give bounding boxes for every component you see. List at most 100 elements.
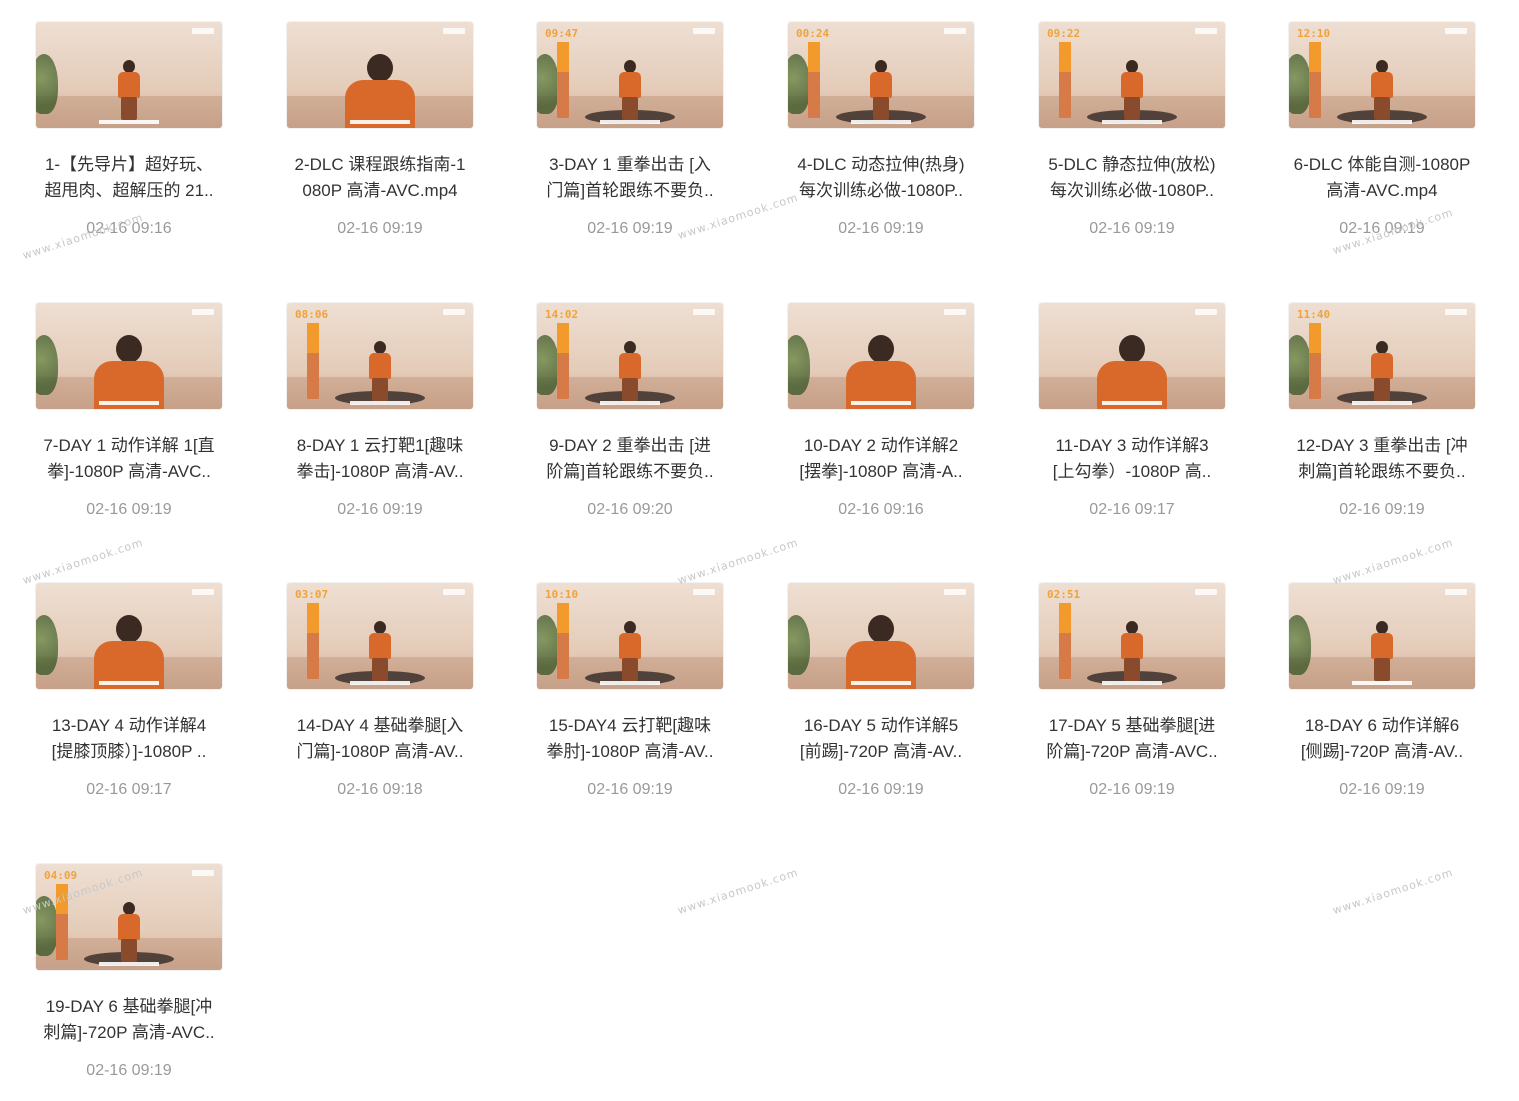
file-item[interactable]: 14:02 9-DAY 2 重拳出击 [进 阶篇]首轮跟练不要负.. 02-16 0… — [501, 303, 741, 573]
file-item[interactable]: 10-DAY 2 动作详解2 [摆拳]-1080P 高清-A.. 02-16 09… — [752, 303, 992, 573]
instructor-figure — [619, 341, 641, 401]
file-item[interactable]: 13-DAY 4 动作详解4 [提膝顶膝）]-1080P .. 02-16 09:… — [0, 583, 240, 853]
video-thumbnail[interactable]: 00:24 — [788, 22, 974, 128]
thumbnail-plant — [36, 54, 58, 114]
file-item[interactable]: 03:07 14-DAY 4 基础拳腿[入 门篇]-1080P 高清-AV.. 02… — [251, 583, 491, 853]
progress-bar — [808, 42, 820, 118]
video-thumbnail[interactable] — [36, 303, 222, 409]
video-thumbnail[interactable]: 11:40 — [1289, 303, 1475, 409]
video-timer: 10:10 — [545, 588, 579, 601]
brand-logo — [693, 589, 715, 595]
brand-logo — [1195, 28, 1217, 34]
brand-logo — [1445, 309, 1467, 315]
file-item[interactable]: 02:51 17-DAY 5 基础拳腿[进 阶篇]-720P 高清-AVC.. 02… — [1003, 583, 1243, 853]
instructor-figure — [1121, 60, 1143, 120]
progress-bar — [307, 323, 319, 399]
video-thumbnail[interactable] — [1289, 583, 1475, 689]
subtitle-strip — [99, 120, 159, 124]
file-name[interactable]: 11-DAY 3 动作详解3 [上勾拳）-1080P 高.. — [1003, 433, 1261, 485]
file-date: 02-16 09:19 — [1089, 220, 1175, 237]
video-timer: 09:22 — [1047, 27, 1081, 40]
progress-bar — [1059, 42, 1071, 118]
thumbnail-plant — [788, 54, 810, 114]
file-date: 02-16 09:19 — [838, 781, 924, 798]
file-name[interactable]: 2-DLC 课程跟练指南-1 080P 高清-AVC.mp4 — [251, 152, 509, 204]
video-thumbnail[interactable] — [788, 583, 974, 689]
video-thumbnail[interactable]: 14:02 — [537, 303, 723, 409]
subtitle-strip — [1102, 681, 1162, 685]
progress-bar — [1309, 42, 1321, 118]
watermark: www.xiaomook.com — [676, 865, 800, 918]
subtitle-strip — [851, 120, 911, 124]
video-thumbnail[interactable]: 12:10 — [1289, 22, 1475, 128]
brand-logo — [1445, 589, 1467, 595]
file-name[interactable]: 14-DAY 4 基础拳腿[入 门篇]-1080P 高清-AV.. — [251, 713, 509, 765]
video-thumbnail[interactable]: 09:22 — [1039, 22, 1225, 128]
video-thumbnail[interactable]: 03:07 — [287, 583, 473, 689]
file-name[interactable]: 18-DAY 6 动作详解6 [侧踢]-720P 高清-AV.. — [1253, 713, 1511, 765]
file-date: 02-16 09:19 — [337, 501, 423, 518]
subtitle-strip — [350, 401, 410, 405]
file-item[interactable]: 09:47 3-DAY 1 重拳出击 [入 门篇]首轮跟练不要负.. 02-16 0… — [501, 22, 741, 292]
subtitle-strip — [350, 681, 410, 685]
file-item[interactable]: 18-DAY 6 动作详解6 [侧踢]-720P 高清-AV.. 02-16 09… — [1253, 583, 1493, 853]
file-item[interactable]: 10:10 15-DAY4 云打靶[趣味 拳肘]-1080P 高清-AV.. 02-… — [501, 583, 741, 853]
file-name[interactable]: 7-DAY 1 动作详解 1[直 拳]-1080P 高清-AVC.. — [0, 433, 258, 485]
video-thumbnail[interactable]: 02:51 — [1039, 583, 1225, 689]
file-name[interactable]: 3-DAY 1 重拳出击 [入 门篇]首轮跟练不要负.. — [501, 152, 759, 204]
instructor-figure — [118, 60, 140, 120]
file-name[interactable]: 17-DAY 5 基础拳腿[进 阶篇]-720P 高清-AVC.. — [1003, 713, 1261, 765]
file-name[interactable]: 1-【先导片】超好玩、 超甩肉、超解压的 21.. — [0, 152, 258, 204]
file-name[interactable]: 15-DAY4 云打靶[趣味 拳肘]-1080P 高清-AV.. — [501, 713, 759, 765]
file-name[interactable]: 13-DAY 4 动作详解4 [提膝顶膝）]-1080P .. — [0, 713, 258, 765]
subtitle-strip — [600, 120, 660, 124]
file-item[interactable]: 11-DAY 3 动作详解3 [上勾拳）-1080P 高.. 02-16 09:1… — [1003, 303, 1243, 573]
progress-bar — [557, 42, 569, 118]
subtitle-strip — [1352, 401, 1412, 405]
file-item[interactable]: 7-DAY 1 动作详解 1[直 拳]-1080P 高清-AVC.. 02-16 … — [0, 303, 240, 573]
file-item[interactable]: 11:40 12-DAY 3 重拳出击 [冲 刺篇]首轮跟练不要负.. 02-16 … — [1253, 303, 1493, 573]
file-name[interactable]: 9-DAY 2 重拳出击 [进 阶篇]首轮跟练不要负.. — [501, 433, 759, 485]
video-thumbnail[interactable] — [36, 22, 222, 128]
file-name[interactable]: 16-DAY 5 动作详解5 [前踢]-720P 高清-AV.. — [752, 713, 1010, 765]
video-thumbnail[interactable] — [36, 583, 222, 689]
subtitle-strip — [350, 120, 410, 124]
video-timer: 12:10 — [1297, 27, 1331, 40]
file-name[interactable]: 5-DLC 静态拉伸(放松) 每次训练必做-1080P.. — [1003, 152, 1261, 204]
file-name[interactable]: 6-DLC 体能自测-1080P 高清-AVC.mp4 — [1253, 152, 1511, 204]
instructor-figure — [1371, 621, 1393, 681]
brand-logo — [1445, 28, 1467, 34]
file-item[interactable]: 16-DAY 5 动作详解5 [前踢]-720P 高清-AV.. 02-16 09… — [752, 583, 992, 853]
thumbnail-plant — [1289, 335, 1311, 395]
file-item[interactable]: 08:06 8-DAY 1 云打靶1[趣味 拳击]-1080P 高清-AV.. 02… — [251, 303, 491, 573]
brand-logo — [443, 309, 465, 315]
file-name[interactable]: 10-DAY 2 动作详解2 [摆拳]-1080P 高清-A.. — [752, 433, 1010, 485]
file-name[interactable]: 12-DAY 3 重拳出击 [冲 刺篇]首轮跟练不要负.. — [1253, 433, 1511, 485]
subtitle-strip — [600, 681, 660, 685]
video-thumbnail[interactable]: 10:10 — [537, 583, 723, 689]
file-date: 02-16 09:18 — [337, 781, 423, 798]
file-item[interactable]: 12:10 6-DLC 体能自测-1080P 高清-AVC.mp4 02-16 09… — [1253, 22, 1493, 292]
subtitle-strip — [600, 401, 660, 405]
file-item[interactable]: 09:22 5-DLC 静态拉伸(放松) 每次训练必做-1080P.. 02-16 … — [1003, 22, 1243, 292]
brand-logo — [192, 28, 214, 34]
thumbnail-plant — [788, 335, 810, 395]
subtitle-strip — [1352, 120, 1412, 124]
brand-logo — [1195, 589, 1217, 595]
video-thumbnail[interactable]: 09:47 — [537, 22, 723, 128]
file-date: 02-16 09:19 — [587, 781, 673, 798]
file-item[interactable]: 2-DLC 课程跟练指南-1 080P 高清-AVC.mp4 02-16 09:1… — [251, 22, 491, 292]
video-timer: 14:02 — [545, 308, 579, 321]
thumbnail-plant — [1289, 615, 1311, 675]
file-name[interactable]: 19-DAY 6 基础拳腿[冲 刺篇]-720P 高清-AVC.. — [0, 994, 258, 1046]
file-name[interactable]: 8-DAY 1 云打靶1[趣味 拳击]-1080P 高清-AV.. — [251, 433, 509, 485]
instructor-figure — [94, 615, 164, 689]
video-timer: 09:47 — [545, 27, 579, 40]
video-thumbnail[interactable] — [788, 303, 974, 409]
file-item[interactable]: 00:24 4-DLC 动态拉伸(热身) 每次训练必做-1080P.. 02-16 … — [752, 22, 992, 292]
progress-bar — [557, 603, 569, 679]
thumbnail-plant — [537, 335, 559, 395]
video-thumbnail[interactable] — [287, 22, 473, 128]
video-thumbnail[interactable] — [1039, 303, 1225, 409]
video-thumbnail[interactable]: 08:06 — [287, 303, 473, 409]
